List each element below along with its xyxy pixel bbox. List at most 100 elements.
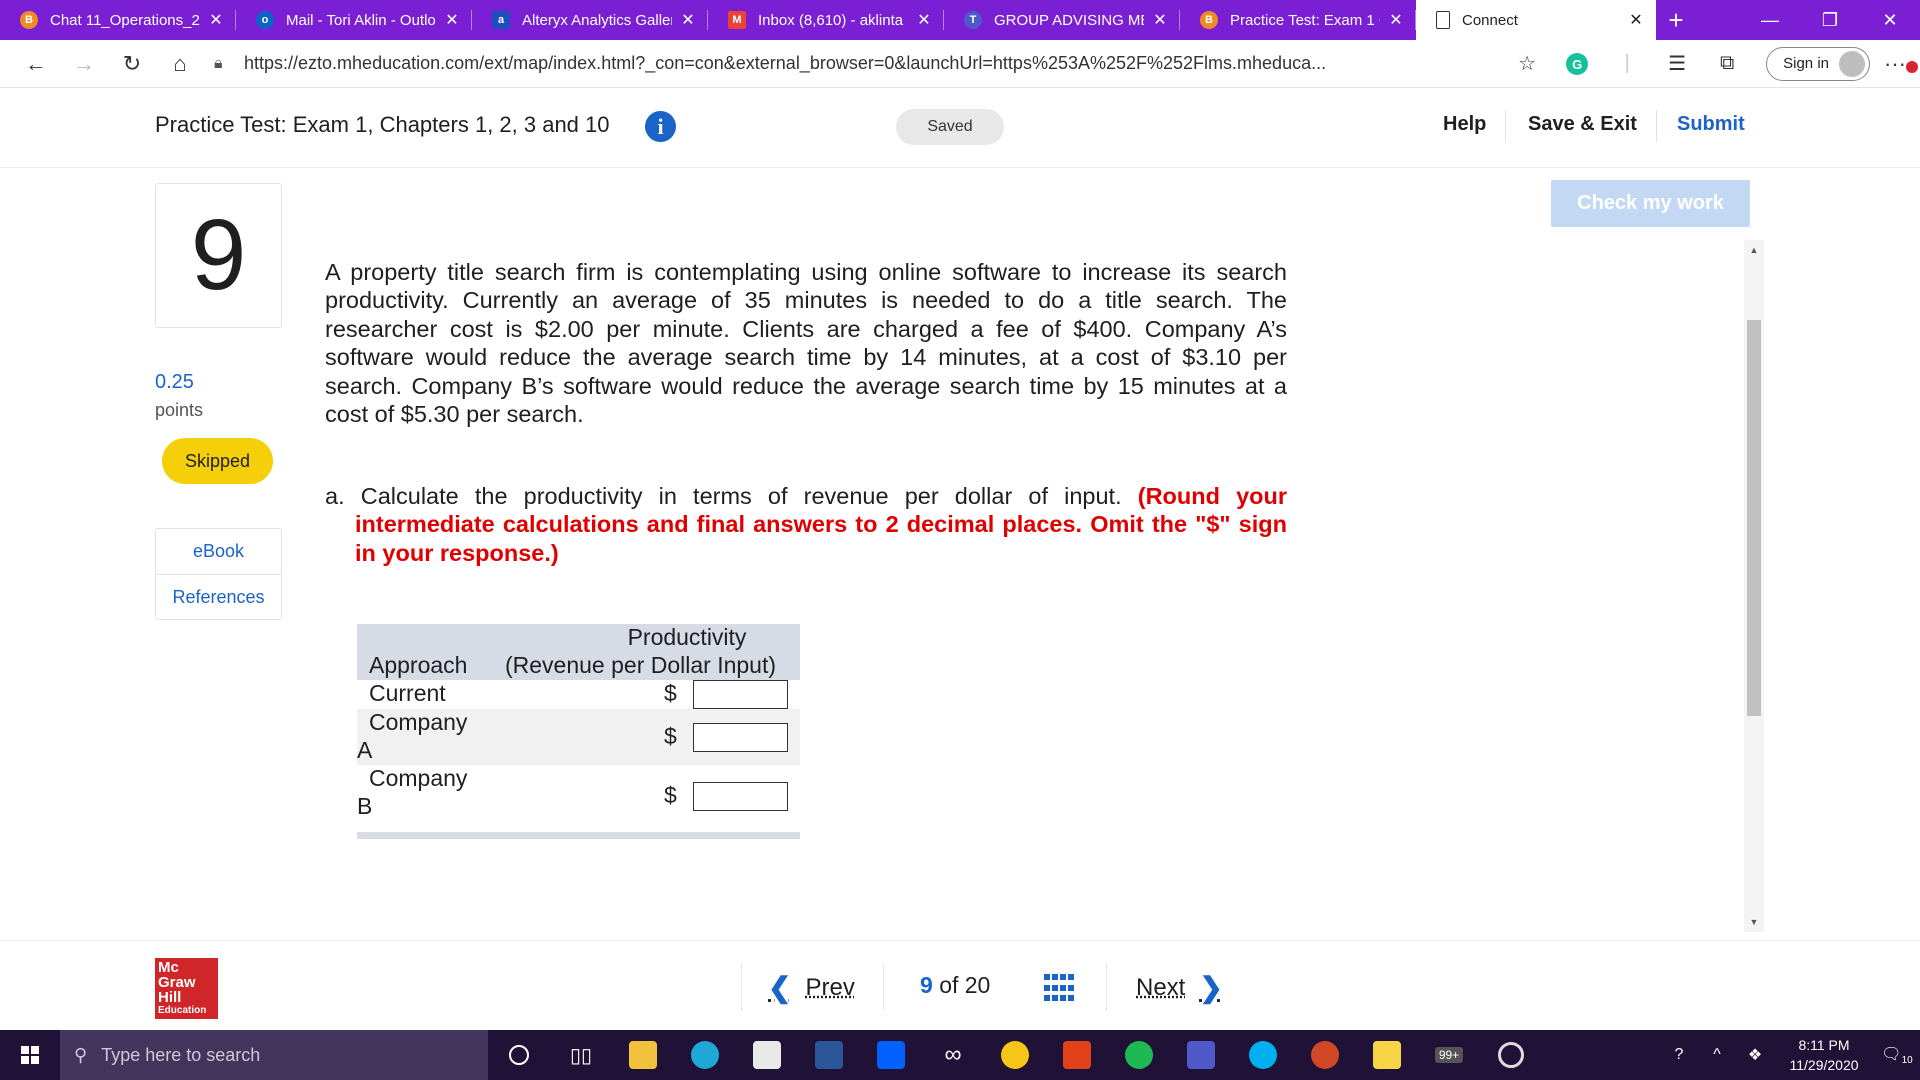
logo-line: Education	[158, 1005, 207, 1016]
close-tab-icon[interactable]: ✕	[678, 10, 698, 30]
company-b-productivity-input[interactable]	[693, 782, 788, 811]
forward-arrow-icon[interactable]: →	[60, 44, 108, 84]
close-window-icon[interactable]: ✕	[1860, 0, 1920, 40]
tab-title: Alteryx Analytics Galler	[522, 11, 672, 29]
question-grid-icon[interactable]	[1044, 974, 1074, 1004]
collections-icon[interactable]: ⧉	[1702, 52, 1752, 75]
office-icon[interactable]	[1046, 1030, 1108, 1080]
cortana-icon[interactable]	[488, 1030, 550, 1080]
task-view-icon[interactable]: ▯▯	[550, 1030, 612, 1080]
restore-icon[interactable]: ❐	[1800, 0, 1860, 40]
dropbox-icon[interactable]	[860, 1030, 922, 1080]
browser-tab-4[interactable]: M Inbox (8,610) - aklinta ✕	[708, 0, 944, 40]
favorites-list-icon[interactable]: ☰	[1652, 51, 1702, 76]
tab-title: Inbox (8,610) - aklinta	[758, 11, 904, 29]
table-row-company-a: Company A $	[357, 709, 800, 765]
home-icon[interactable]: ⌂	[156, 44, 204, 84]
scroll-down-arrow-icon[interactable]: ▼	[1744, 912, 1764, 932]
taskbar-clock[interactable]: 8:11 PM 11/29/2020	[1774, 1035, 1874, 1075]
url-text: https://ezto.mheducation.com/ext/map/ind…	[244, 53, 1327, 73]
lock-icon: 🔒︎	[214, 54, 223, 72]
row-label-suffix: A	[357, 737, 373, 763]
tab-title: Mail - Tori Aklin - Outlo	[286, 11, 436, 29]
close-tab-icon[interactable]: ✕	[206, 10, 226, 30]
gmail-icon: M	[728, 11, 746, 29]
alteryx-icon: a	[492, 11, 510, 29]
question-number: 9	[155, 183, 282, 328]
mail-badge: 99+	[1434, 1047, 1464, 1063]
mcgraw-b-icon: B	[20, 11, 38, 29]
browser-tab-5[interactable]: T GROUP ADVISING MEE ✕	[944, 0, 1180, 40]
refresh-icon[interactable]: ↻	[108, 44, 156, 84]
minimize-icon[interactable]: —	[1740, 0, 1800, 40]
skype-icon[interactable]	[1232, 1030, 1294, 1080]
sign-in-button[interactable]: Sign in	[1766, 46, 1870, 81]
infinity-app-icon[interactable]: ∞	[922, 1030, 984, 1080]
logo-line: Hill	[158, 989, 182, 1006]
current-productivity-input[interactable]	[693, 680, 788, 709]
row-label: Company	[369, 709, 468, 735]
chevron-up-icon[interactable]: ^	[1698, 1046, 1736, 1064]
question-navigation-footer: Mc Graw Hill Education ❮ Prev 9 of 20 Ne…	[0, 940, 1920, 1030]
table-row-current: Current $	[357, 680, 800, 709]
close-tab-icon[interactable]: ✕	[1386, 10, 1406, 30]
references-button[interactable]: References	[156, 574, 281, 619]
more-options-icon[interactable]: ···	[1884, 51, 1920, 77]
circle-app-icon[interactable]	[1480, 1030, 1542, 1080]
back-arrow-icon[interactable]: ←	[12, 44, 60, 84]
word-icon[interactable]	[798, 1030, 860, 1080]
browser-tab-1[interactable]: B Chat 11_Operations_20 ✕	[0, 0, 236, 40]
currency-symbol: $	[664, 680, 677, 706]
norton-icon[interactable]	[984, 1030, 1046, 1080]
grammarly-extension-icon[interactable]: G	[1552, 52, 1602, 76]
company-a-productivity-input[interactable]	[693, 723, 788, 752]
scroll-up-arrow-icon[interactable]: ▲	[1744, 240, 1764, 260]
edge-browser-icon[interactable]	[674, 1030, 736, 1080]
close-tab-icon[interactable]: ✕	[442, 10, 462, 30]
teams-icon[interactable]	[1170, 1030, 1232, 1080]
table-footer-bar	[357, 832, 800, 839]
browser-tab-3[interactable]: a Alteryx Analytics Galler ✕	[472, 0, 708, 40]
close-tab-icon[interactable]: ✕	[1150, 10, 1170, 30]
check-my-work-button[interactable]: Check my work	[1551, 180, 1750, 227]
prev-button[interactable]: ❮ Prev	[768, 971, 855, 1004]
new-tab-button[interactable]: +	[1656, 0, 1696, 40]
browser-tab-strip: B Chat 11_Operations_20 ✕ o Mail - Tori …	[0, 0, 1920, 40]
close-tab-icon[interactable]: ✕	[914, 10, 934, 30]
url-field[interactable]: 🔒︎ https://ezto.mheducation.com/ext/map/…	[214, 53, 1502, 74]
powerpoint-icon[interactable]	[1294, 1030, 1356, 1080]
dropbox-tray-icon[interactable]: ❖	[1736, 1045, 1774, 1065]
help-link[interactable]: Help	[1443, 113, 1486, 136]
store-icon[interactable]	[736, 1030, 798, 1080]
taskbar-search-field[interactable]: ⚲ Type here to search	[60, 1030, 488, 1080]
content-scrollbar[interactable]: ▲ ▼	[1744, 240, 1764, 932]
page-indicator[interactable]: 9 of 20	[920, 972, 990, 999]
sticky-notes-icon[interactable]	[1356, 1030, 1418, 1080]
notification-center-icon[interactable]: 🗨︎10	[1874, 1044, 1920, 1066]
help-tray-icon[interactable]: ?	[1660, 1046, 1698, 1064]
browser-tab-6[interactable]: B Practice Test: Exam 1 C ✕	[1180, 0, 1416, 40]
tab-title: Chat 11_Operations_20	[50, 11, 200, 29]
start-button[interactable]	[0, 1030, 60, 1080]
close-tab-icon[interactable]: ✕	[1626, 10, 1646, 30]
mail-icon[interactable]: 99+	[1418, 1030, 1480, 1080]
spotify-icon[interactable]	[1108, 1030, 1170, 1080]
row-label: Company	[369, 765, 468, 791]
tab-title: Connect	[1462, 11, 1518, 29]
browser-tab-active[interactable]: Connect ✕	[1416, 0, 1656, 40]
ebook-button[interactable]: eBook	[156, 529, 281, 574]
favorite-star-icon[interactable]: ☆	[1502, 51, 1552, 76]
next-label: Next	[1136, 973, 1186, 1001]
browser-tab-2[interactable]: o Mail - Tori Aklin - Outlo ✕	[236, 0, 472, 40]
info-icon[interactable]: i	[645, 111, 676, 142]
scrollbar-thumb[interactable]	[1747, 320, 1761, 716]
file-explorer-icon[interactable]	[612, 1030, 674, 1080]
save-exit-link[interactable]: Save & Exit	[1528, 113, 1637, 136]
next-button[interactable]: Next ❯	[1136, 971, 1223, 1004]
skipped-status-badge: Skipped	[162, 438, 273, 484]
currency-symbol: $	[664, 782, 677, 808]
address-bar-icons: ☆ G | ☰ ⧉	[1502, 51, 1752, 76]
submit-link[interactable]: Submit	[1677, 113, 1745, 136]
footer-divider	[1106, 963, 1107, 1011]
logo-line: Graw	[158, 974, 196, 991]
